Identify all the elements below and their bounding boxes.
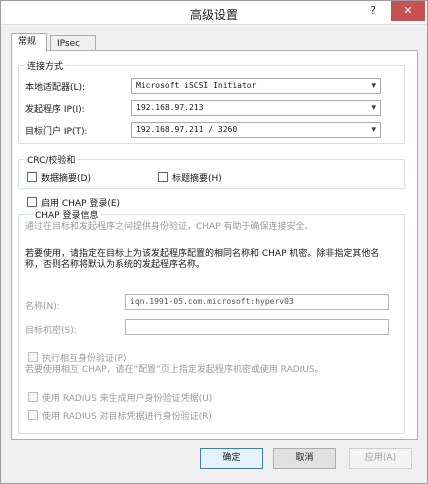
tab-general[interactable]: 常规 xyxy=(11,33,47,52)
header-digest-label: 标题摘要(H) xyxy=(172,174,222,184)
help-button[interactable]: ? xyxy=(357,1,389,21)
chap-group: CHAP 登录信息 通过在目标和发起程序之间提供身份验证，CHAP 有助于确保连… xyxy=(18,208,405,434)
radius-target-checkbox[interactable] xyxy=(28,410,38,420)
radius-user-checkbox[interactable] xyxy=(28,392,38,402)
chap-name-input[interactable]: iqn.1991-05.com.microsoft:hyperv03 xyxy=(125,294,389,310)
chap-group-title: CHAP 登录信息 xyxy=(33,208,101,221)
mutual-auth-checkbox[interactable] xyxy=(28,352,38,362)
chap-instructions: 若要使用，请指定在目标上为该发起程序配置的相同名称和 CHAP 机密。除非指定其… xyxy=(25,249,380,270)
initiator-ip-label: 发起程序 IP(I): xyxy=(25,105,85,115)
data-digest-checkbox[interactable] xyxy=(27,172,37,182)
chap-description: 通过在目标和发起程序之间提供身份验证，CHAP 有助于确保连接安全。 xyxy=(25,222,314,232)
enable-chap-checkbox[interactable] xyxy=(27,197,37,207)
crc-group: CRC/校验和 数据摘要(D) 标题摘要(H) xyxy=(18,153,405,189)
initiator-ip-select[interactable]: 192.168.97.213 ▾ xyxy=(131,100,381,116)
mutual-auth-description: 若要使用相互 CHAP，请在“配置”页上指定发起程序机密或使用 RADIUS。 xyxy=(25,365,324,375)
chevron-down-icon: ▾ xyxy=(371,103,376,113)
target-secret-input[interactable] xyxy=(125,319,389,335)
title-bar: 高级设置 ? ✕ xyxy=(1,1,427,25)
portal-ip-label: 目标门户 IP(T): xyxy=(25,127,88,137)
crc-group-title: CRC/校验和 xyxy=(25,153,78,166)
adapter-label: 本地适配器(L): xyxy=(25,83,86,93)
ok-button[interactable]: 确定 xyxy=(200,448,263,469)
connect-group: 连接方式 本地适配器(L): Microsoft iSCSI Initiator… xyxy=(18,59,405,144)
chevron-down-icon: ▾ xyxy=(371,125,376,135)
target-secret-label: 目标机密(S): xyxy=(25,326,77,336)
cancel-button[interactable]: 取消 xyxy=(273,448,336,469)
data-digest-label: 数据摘要(D) xyxy=(41,174,91,184)
adapter-select[interactable]: Microsoft iSCSI Initiator ▾ xyxy=(131,78,381,94)
connect-group-title: 连接方式 xyxy=(25,59,66,72)
adapter-value: Microsoft iSCSI Initiator xyxy=(136,81,257,90)
initiator-ip-value: 192.168.97.213 xyxy=(136,103,204,112)
chap-name-label: 名称(N): xyxy=(25,302,60,312)
advanced-settings-dialog: 高级设置 ? ✕ 常规 IPsec 连接方式 本地适配器(L): Microso… xyxy=(0,0,428,484)
radius-user-label: 使用 RADIUS 来生成用户身份验证凭据(U) xyxy=(42,394,213,404)
tab-panel-general: 连接方式 本地适配器(L): Microsoft iSCSI Initiator… xyxy=(11,50,418,440)
header-digest-checkbox[interactable] xyxy=(158,172,168,182)
portal-ip-value: 192.168.97.211 / 3260 xyxy=(136,125,238,134)
chevron-down-icon: ▾ xyxy=(371,81,376,91)
apply-button[interactable]: 应用(A) xyxy=(349,448,412,469)
mutual-auth-label: 执行相互身份验证(P) xyxy=(42,354,127,364)
portal-ip-select[interactable]: 192.168.97.211 / 3260 ▾ xyxy=(131,122,381,138)
close-button[interactable]: ✕ xyxy=(391,1,425,21)
tab-ipsec[interactable]: IPsec xyxy=(50,35,96,51)
radius-target-label: 使用 RADIUS 对目标凭据进行身份验证(R) xyxy=(42,412,212,422)
